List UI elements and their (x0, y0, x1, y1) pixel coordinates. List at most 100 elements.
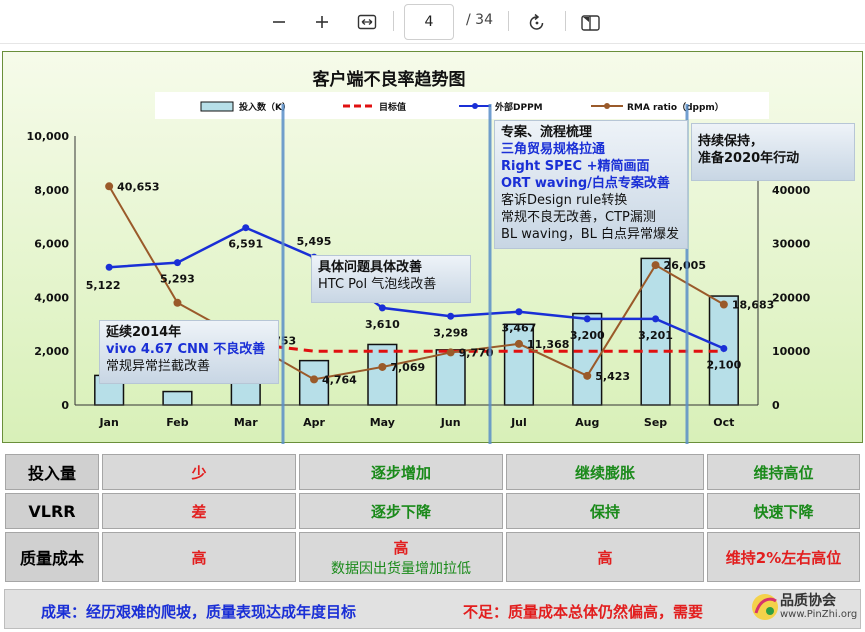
right-tick-label: 10000 (772, 345, 811, 358)
fit-width-button[interactable] (353, 8, 381, 36)
dppm-point (652, 315, 660, 323)
table-cell: 高 数据因出货量增加拉低 (299, 532, 503, 582)
x-tick-label: Sep (644, 416, 667, 429)
rotate-icon (529, 13, 544, 30)
summary-table: 投入量 少 逐步增加 继续膨胀 维持高位 VLRR 差 逐步下降 保持 快速下降… (2, 451, 863, 585)
row-header-input: 投入量 (5, 454, 99, 490)
rma-point (514, 339, 523, 348)
x-tick-label: Jun (440, 416, 461, 429)
right-tick-label: 20000 (772, 291, 811, 304)
dppm-data-label: 3,200 (570, 329, 605, 342)
table-cell: 逐步下降 (299, 493, 503, 529)
callout-phase-4: 持续保持， 准备2020年行动 (691, 123, 855, 181)
chart-panel: 客户端不良率趋势图 投入数（K） 目标值 外部DPPM RMA ratio（dppm）… (2, 51, 863, 444)
row-header-quality-cost: 质量成本 (5, 532, 99, 582)
callout-3-text-1: 客诉Design rule转换 (501, 193, 628, 208)
table-cell: 继续膨胀 (506, 454, 704, 490)
legend-bar-swatch (200, 101, 234, 112)
legend-dppm-marker (472, 103, 478, 109)
dppm-point (105, 263, 113, 271)
conclusion-bar: 成果：经历艰难的爬坡，质量表现达成年度目标 不足：质量成本总体仍然偏高，需要 品… (4, 589, 861, 629)
row-header-vlrr: VLRR (5, 493, 99, 529)
rma-point (105, 182, 114, 191)
left-tick-label: 10,000 (27, 130, 70, 143)
rma-data-label: 7,069 (390, 361, 425, 374)
x-tick-label: Apr (303, 416, 325, 429)
zoom-out-button[interactable] (265, 8, 293, 36)
dppm-point (378, 304, 386, 312)
table-cell: 维持2%左右高位 (707, 532, 860, 582)
x-tick-label: Jul (510, 416, 527, 429)
callout-4-line-1: 持续保持， (698, 134, 764, 149)
callout-3-title: 专案、流程梳理 (501, 125, 593, 140)
table-cell: 少 (102, 454, 296, 490)
dppm-point (515, 308, 523, 316)
left-tick-label: 8,000 (34, 184, 69, 197)
rma-data-label: 4,764 (322, 373, 357, 386)
page-total: / 34 (466, 12, 493, 28)
table-row: VLRR 差 逐步下降 保持 快速下降 (5, 493, 860, 529)
left-tick-label: 6,000 (34, 238, 69, 251)
left-tick-label: 4,000 (34, 291, 69, 304)
rma-data-label: 26,005 (664, 259, 706, 272)
shortfall-text: 不足：质量成本总体仍然偏高，需要 (463, 603, 704, 621)
minus-icon (273, 21, 285, 23)
left-tick-label: 2,000 (34, 345, 69, 358)
rotate-button[interactable] (523, 8, 551, 36)
rma-point (310, 375, 319, 384)
watermark-logo: 品质协会 www.PinZhi.org (750, 588, 858, 626)
x-tick-label: Jan (98, 416, 118, 429)
zoom-in-button[interactable] (308, 8, 336, 36)
toolbar-separator (393, 11, 394, 31)
table-cell-main: 高 (393, 538, 409, 557)
callout-1-title: 延续2014年 (106, 325, 182, 340)
rma-point (719, 300, 728, 309)
slide-page: 客户端不良率趋势图 投入数（K） 目标值 外部DPPM RMA ratio（dppm）… (0, 44, 865, 632)
toolbar-separator (508, 11, 509, 31)
table-cell: 逐步增加 (299, 454, 503, 490)
table-cell: 维持高位 (707, 454, 860, 490)
watermark-cn: 品质协会 (780, 593, 836, 609)
table-row: 投入量 少 逐步增加 继续膨胀 维持高位 (5, 454, 860, 490)
left-tick-label: 0 (61, 399, 69, 412)
rma-data-label: 40,653 (117, 180, 159, 193)
callout-phase-3: 专案、流程梳理 三角贸易规格拉通 Right SPEC +精简画面 ORT wa… (494, 120, 688, 249)
dppm-data-label: 5,122 (86, 279, 121, 292)
x-tick-label: Oct (713, 416, 734, 429)
callout-1-highlight: vivo 4.67 CNN 不良改善 (106, 342, 266, 357)
dppm-data-label: 3,467 (502, 322, 537, 335)
callout-phase-2: 具体问题具体改善 HTC Pol 气泡线改善 (311, 255, 471, 303)
callout-3-highlight-3: ORT waving/白点专案改善 (501, 176, 670, 191)
callout-1-text: 常规异常拦截改善 (106, 359, 211, 374)
two-page-icon (581, 15, 600, 31)
result-text: 成果：经历艰难的爬坡，质量表现达成年度目标 (41, 603, 357, 621)
table-cell: 高 (506, 532, 704, 582)
trend-chart: 客户端不良率趋势图 投入数（K） 目标值 外部DPPM RMA ratio（dppm）… (27, 69, 811, 444)
x-tick-label: Mar (234, 416, 258, 429)
page-number-input[interactable] (404, 4, 454, 40)
chart-title: 客户端不良率趋势图 (312, 69, 466, 90)
rma-data-label: 18,683 (732, 298, 774, 311)
callout-3-highlight-1: 三角贸易规格拉通 (501, 142, 606, 157)
rma-point (173, 298, 182, 307)
dppm-data-label: 2,100 (706, 359, 741, 372)
callout-phase-1: 延续2014年 vivo 4.67 CNN 不良改善 常规异常拦截改善 (99, 320, 279, 384)
dppm-data-label: 3,201 (638, 329, 673, 342)
pdf-toolbar: / 34 (0, 0, 865, 44)
bar (503, 323, 535, 406)
callout-3-highlight-2: Right SPEC +精简画面 (501, 159, 650, 174)
rma-data-label: 11,368 (527, 338, 569, 351)
dppm-data-label: 3,610 (365, 318, 400, 331)
dppm-data-label: 6,591 (228, 238, 263, 251)
fit-width-icon (357, 14, 377, 30)
legend-label: 外部DPPM (494, 101, 543, 113)
x-tick-label: Aug (575, 416, 599, 429)
toolbar-separator (565, 11, 566, 31)
rma-point (446, 348, 455, 357)
table-cell: 高 (102, 532, 296, 582)
legend-label: 目标值 (379, 101, 406, 113)
callout-4-line-2: 准备2020年行动 (698, 151, 800, 166)
logo-icon (752, 594, 778, 620)
right-tick-label: 0 (772, 399, 780, 412)
page-view-button[interactable] (577, 8, 605, 36)
